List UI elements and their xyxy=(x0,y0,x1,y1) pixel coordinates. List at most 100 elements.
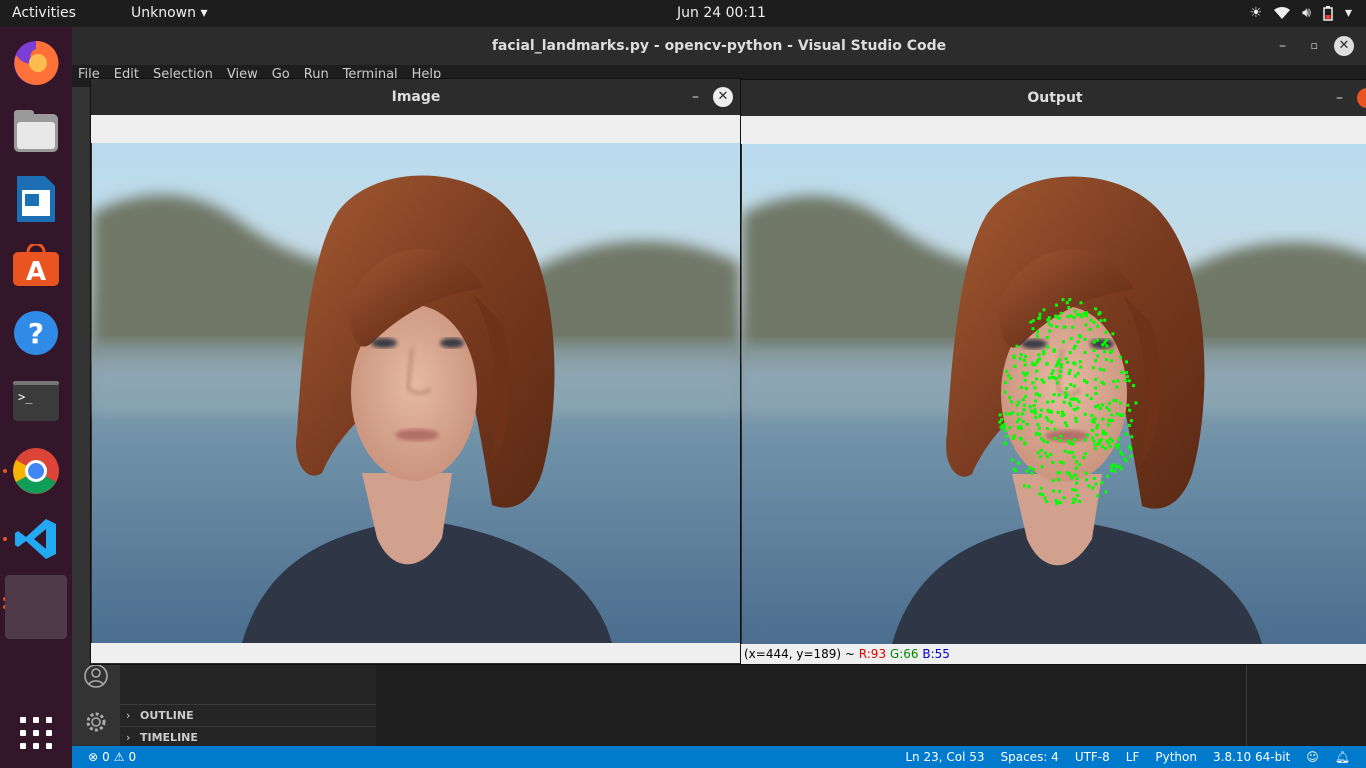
landmark-point xyxy=(1028,466,1032,470)
output-window-titlebar[interactable]: Output – xyxy=(741,80,1366,116)
landmark-point xyxy=(1049,410,1053,414)
landmark-point xyxy=(1040,437,1044,441)
landmark-point xyxy=(1089,318,1093,322)
dock-opencv-windows[interactable] xyxy=(5,575,67,639)
landmark-point xyxy=(1023,484,1026,488)
landmark-point xyxy=(1090,414,1094,417)
input-image[interactable] xyxy=(91,143,741,643)
landmark-point xyxy=(1017,461,1021,465)
accounts-icon[interactable] xyxy=(83,663,109,689)
landmark-point xyxy=(1066,360,1070,364)
landmark-point xyxy=(1059,365,1063,369)
problems-indicator[interactable]: ⊗ 0 ⚠ 0 xyxy=(88,746,136,768)
close-icon[interactable]: ✕ xyxy=(713,87,733,107)
landmark-point xyxy=(1078,334,1081,338)
landmark-point xyxy=(1082,456,1086,459)
landmark-point xyxy=(1120,413,1124,417)
dock-help[interactable]: ? xyxy=(6,303,66,363)
landmark-point xyxy=(1129,447,1133,451)
close-icon[interactable]: ✕ xyxy=(1334,36,1354,56)
line-ending[interactable]: LF xyxy=(1126,746,1140,768)
portrait-photo xyxy=(91,143,741,643)
landmark-point xyxy=(1063,325,1067,329)
landmark-point xyxy=(1115,385,1119,389)
show-applications-button[interactable] xyxy=(6,703,66,763)
landmark-point xyxy=(1013,364,1017,368)
close-icon[interactable] xyxy=(1357,88,1366,108)
pixel-red: R:93 xyxy=(858,647,887,661)
notifications-bell-icon[interactable]: 🔔︎ xyxy=(1335,746,1350,768)
landmark-point xyxy=(1054,364,1058,368)
encoding[interactable]: UTF-8 xyxy=(1075,746,1110,768)
landmark-point xyxy=(1071,325,1075,329)
landmark-point xyxy=(1068,368,1072,372)
output-window[interactable]: Output – (x=444, y=189) ~ R:93 G:66 B:55 xyxy=(740,79,1366,665)
landmark-point xyxy=(1064,391,1068,395)
landmark-point xyxy=(1023,363,1027,367)
cursor-position[interactable]: Ln 23, Col 53 xyxy=(905,746,984,768)
landmark-point xyxy=(1008,396,1012,400)
landmark-point xyxy=(1097,442,1100,446)
feedback-icon[interactable]: ☺ xyxy=(1306,746,1319,768)
outline-section[interactable]: › OUTLINE xyxy=(120,704,376,726)
landmark-point xyxy=(1025,422,1029,426)
landmark-point xyxy=(1012,354,1016,358)
activities-button[interactable]: Activities xyxy=(12,5,76,21)
landmark-point xyxy=(1129,454,1133,458)
landmark-point xyxy=(1015,344,1019,348)
landmark-point xyxy=(1038,492,1042,496)
timeline-section[interactable]: › TIMELINE xyxy=(120,726,376,748)
landmark-point xyxy=(1023,373,1027,377)
python-interpreter[interactable]: 3.8.10 64-bit xyxy=(1213,746,1290,768)
landmark-point xyxy=(1124,379,1128,383)
clock[interactable]: Jun 24 00:11 xyxy=(677,5,766,21)
indentation[interactable]: Spaces: 4 xyxy=(1001,746,1059,768)
dock-firefox[interactable] xyxy=(6,33,66,93)
dock-chrome[interactable] xyxy=(6,441,66,501)
image-window-statusbar xyxy=(91,643,741,663)
landmark-point xyxy=(1055,325,1059,329)
language-mode[interactable]: Python xyxy=(1155,746,1197,768)
landmark-point xyxy=(1024,354,1027,358)
landmark-point xyxy=(1094,307,1097,311)
landmark-point xyxy=(1110,349,1114,353)
manage-gear-icon[interactable] xyxy=(83,709,109,735)
minimize-icon[interactable]: – xyxy=(1336,80,1343,116)
pixel-blue: B:55 xyxy=(922,647,950,661)
dock-vscode[interactable] xyxy=(6,509,66,569)
output-image[interactable] xyxy=(741,144,1366,644)
landmark-point xyxy=(1065,386,1069,390)
app-menu[interactable]: Unknown ▾ xyxy=(131,5,207,21)
image-window[interactable]: Image – ✕ xyxy=(90,78,742,665)
landmark-point xyxy=(1107,408,1111,412)
image-window-titlebar[interactable]: Image – ✕ xyxy=(91,79,741,115)
landmark-point xyxy=(1014,469,1018,473)
landmark-point xyxy=(1125,371,1128,374)
landmark-point xyxy=(1005,435,1009,438)
landmark-point xyxy=(1009,376,1013,380)
output-window-statusbar: (x=444, y=189) ~ R:93 G:66 B:55 xyxy=(741,644,1366,664)
landmark-point xyxy=(1045,362,1049,366)
landmark-point xyxy=(1019,437,1023,441)
dock-software[interactable]: A xyxy=(6,235,66,295)
landmark-point xyxy=(1046,318,1050,322)
landmark-point xyxy=(1073,374,1077,378)
dock-files[interactable] xyxy=(6,101,66,161)
landmark-point xyxy=(1038,394,1042,398)
dock-terminal[interactable]: >_ xyxy=(6,371,66,431)
maximize-icon[interactable]: ▫ xyxy=(1311,27,1318,65)
vscode-titlebar[interactable]: facial_landmarks.py - opencv-python - Vi… xyxy=(72,27,1366,65)
landmark-point xyxy=(1092,476,1096,480)
system-tray[interactable]: ☀ 🔊︎ ▾ xyxy=(1250,5,1352,21)
minimize-icon[interactable]: – xyxy=(692,79,699,115)
landmark-point xyxy=(1037,353,1041,357)
landmark-point xyxy=(1126,403,1130,407)
landmark-point xyxy=(1074,420,1078,423)
landmark-point xyxy=(1126,375,1129,379)
minimize-icon[interactable]: – xyxy=(1279,27,1286,65)
landmark-point xyxy=(1084,452,1087,456)
landmark-point xyxy=(1023,378,1027,382)
landmark-point xyxy=(1053,436,1057,440)
landmark-point xyxy=(1003,390,1007,394)
dock-writer[interactable] xyxy=(6,169,66,229)
